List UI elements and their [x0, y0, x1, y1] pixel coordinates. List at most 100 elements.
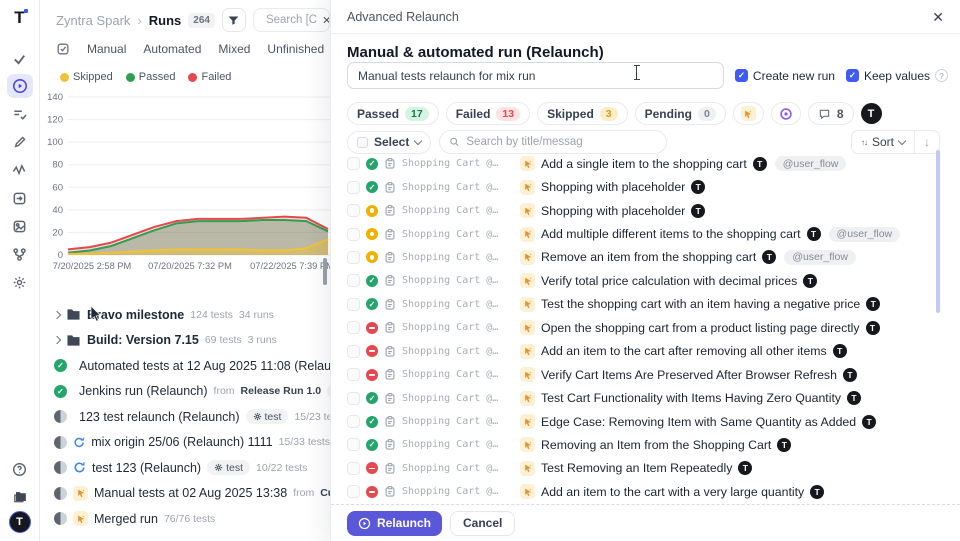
tests-search[interactable] [439, 130, 667, 154]
run-title-input[interactable] [347, 62, 724, 89]
sidebar-item-edit[interactable] [7, 130, 33, 154]
filter-button[interactable] [222, 8, 246, 32]
test-row[interactable]: Shopping Cart @…Test Removing an Item Re… [347, 457, 930, 480]
breadcrumb-project[interactable]: Zyntra Spark [56, 13, 130, 28]
test-path: Shopping Cart @… [402, 158, 514, 169]
row-checkbox[interactable] [347, 438, 360, 451]
sort-button[interactable]: ↑↓ Sort [852, 135, 914, 149]
test-row[interactable]: Shopping Cart @…Edge Case: Removing Item… [347, 410, 930, 433]
test-row[interactable]: Shopping Cart @…Test the shopping cart w… [347, 293, 930, 316]
tests-search-input[interactable] [466, 136, 657, 148]
legend-item-failed[interactable]: Failed [188, 71, 231, 83]
tests-list-scrollbar[interactable] [936, 150, 940, 313]
row-checkbox[interactable] [347, 228, 360, 241]
sidebar-item-import[interactable] [7, 186, 33, 210]
row-checkbox[interactable] [347, 485, 360, 498]
test-row[interactable]: Shopping Cart @…Removing an Item from th… [347, 433, 930, 456]
tree-run-row[interactable]: 123 test relaunch (Relaunch)test15/23 te… [40, 404, 330, 430]
create-new-run-checkbox[interactable]: Create new run [735, 69, 835, 83]
sidebar-item-settings[interactable] [7, 270, 33, 294]
user-avatar[interactable]: T [9, 511, 31, 533]
assignee-avatar[interactable]: T [861, 103, 882, 124]
row-checkbox[interactable] [347, 415, 360, 428]
cancel-button[interactable]: Cancel [450, 511, 515, 536]
row-checkbox[interactable] [347, 392, 360, 405]
tree-folder-row[interactable]: Bravo milestone124 tests34 runs [40, 302, 330, 328]
filter-chip-pending[interactable]: Pending0 [635, 102, 726, 125]
keep-values-checkbox[interactable]: Keep values ? [846, 69, 948, 83]
filter-chip-comment[interactable]: 8 [808, 102, 854, 125]
row-checkbox[interactable] [347, 274, 360, 287]
test-row[interactable]: Shopping Cart @…Shopping with placeholde… [347, 199, 930, 222]
pulse-icon [12, 163, 27, 178]
row-checkbox[interactable] [347, 345, 360, 358]
filter-chip-passed[interactable]: Passed17 [347, 102, 439, 125]
row-checkbox[interactable] [347, 368, 360, 381]
test-row[interactable]: Shopping Cart @…Remove an item from the … [347, 246, 930, 269]
legend-item-skipped[interactable]: Skipped [60, 71, 113, 83]
sidebar-item-projects[interactable] [7, 485, 33, 509]
filter-chip-manual[interactable] [733, 102, 764, 125]
filter-chip-failed[interactable]: Failed13 [446, 102, 530, 125]
help-icon[interactable]: ? [935, 69, 948, 82]
relaunch-button[interactable]: Relaunch [347, 511, 442, 536]
chevron-right-icon[interactable] [53, 336, 61, 344]
row-checkbox[interactable] [347, 251, 360, 264]
chart-legend: Skipped Passed Failed [60, 71, 231, 83]
legend-item-passed[interactable]: Passed [126, 71, 176, 83]
close-icon[interactable]: ✕ [932, 10, 944, 24]
clear-search-icon[interactable]: ✕ [322, 14, 330, 27]
tree-run-row[interactable]: Jenkins run (Relaunch)fromRelease Run 1.… [40, 379, 330, 405]
app-logo[interactable]: T [14, 8, 24, 28]
sidebar-item-runs[interactable] [7, 74, 33, 98]
tree-item-name: test 123 (Relaunch) [92, 461, 201, 475]
breadcrumb-page[interactable]: Runs [149, 13, 182, 28]
chevron-down-icon [414, 136, 422, 144]
list-check-icon [12, 107, 27, 122]
sidebar-item-reports[interactable] [7, 214, 33, 238]
tree-run-row[interactable]: Merged run76/76 tests [40, 506, 330, 532]
test-row[interactable]: Shopping Cart @…Test Cart Functionality … [347, 386, 930, 409]
sidebar-item-branches[interactable] [7, 242, 33, 266]
tree-run-row[interactable]: test 123 (Relaunch)test10/22 tests [40, 455, 330, 481]
tree-run-row[interactable]: Automated tests at 12 Aug 2025 11:08 (Re… [40, 353, 330, 379]
runs-search-input[interactable]: Search [C ✕ [253, 8, 330, 32]
test-row[interactable]: Shopping Cart @…Open the shopping cart f… [347, 316, 930, 339]
tab-automated[interactable]: Automated [143, 42, 201, 56]
row-checkbox[interactable] [347, 181, 360, 194]
test-title: Verify total price calculation with deci… [541, 274, 797, 288]
manual-filter-icon [741, 106, 756, 121]
row-checkbox[interactable] [347, 321, 360, 334]
test-row[interactable]: Shopping Cart @…Add an item to the cart … [347, 340, 930, 363]
test-row[interactable]: Shopping Cart @…Add an item to the cart … [347, 480, 930, 503]
select-dropdown[interactable]: Select [347, 131, 431, 154]
row-checkbox[interactable] [347, 298, 360, 311]
select-all-icon[interactable] [56, 42, 70, 56]
sidebar-item-flaky[interactable] [7, 158, 33, 182]
sidebar-item-help[interactable] [7, 457, 33, 481]
tree-run-row[interactable]: mix origin 25/06 (Relaunch) 111115/33 te… [40, 430, 330, 456]
tree-run-row[interactable]: Manual tests at 02 Aug 2025 13:38fromCus… [40, 481, 330, 507]
sidebar-item-checks[interactable] [7, 46, 33, 70]
test-row[interactable]: Shopping Cart @…Verify total price calcu… [347, 269, 930, 292]
branch-icon [12, 247, 27, 262]
test-row[interactable]: Shopping Cart @…Shopping with placeholde… [347, 175, 930, 198]
row-checkbox[interactable] [347, 157, 360, 170]
tab-manual[interactable]: Manual [87, 42, 126, 56]
chevron-right-icon[interactable] [53, 311, 61, 319]
test-row[interactable]: Shopping Cart @…Add a single item to the… [347, 152, 930, 175]
manual-test-icon [520, 250, 535, 265]
filter-chip-automated[interactable] [771, 102, 801, 125]
test-path: Shopping Cart @… [402, 369, 514, 380]
filter-chip-skipped[interactable]: Skipped3 [537, 102, 628, 125]
tab-mixed[interactable]: Mixed [218, 42, 250, 56]
tree-folder-row[interactable]: Build: Version 7.1569 tests3 runs [40, 328, 330, 354]
row-checkbox[interactable] [347, 462, 360, 475]
sidebar-item-test-cases[interactable] [7, 102, 33, 126]
row-checkbox[interactable] [347, 204, 360, 217]
assignee-avatar: T [833, 344, 847, 358]
left-panel-scrollbar[interactable] [323, 258, 327, 285]
tab-unfinished[interactable]: Unfinished [267, 42, 324, 56]
test-row[interactable]: Shopping Cart @…Verify Cart Items Are Pr… [347, 363, 930, 386]
test-row[interactable]: Shopping Cart @…Add multiple different i… [347, 222, 930, 245]
